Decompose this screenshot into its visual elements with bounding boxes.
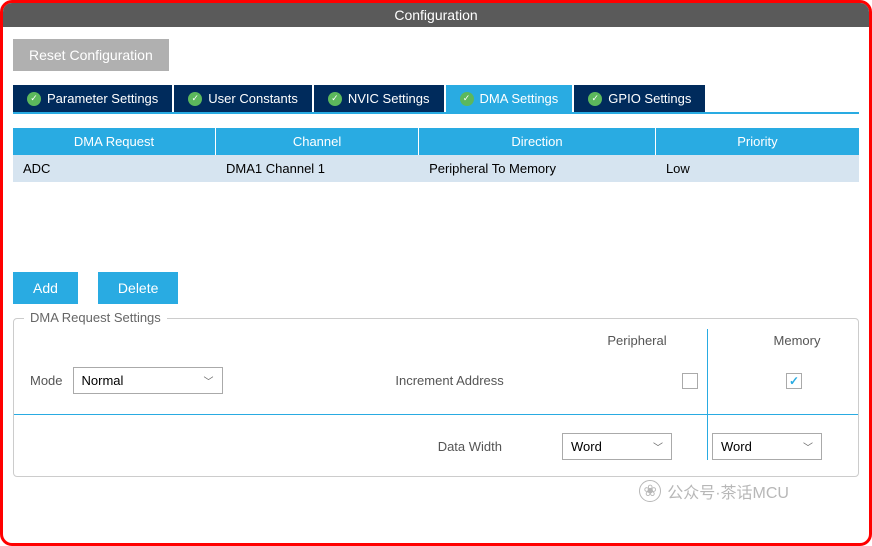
dma-request-settings-fieldset: DMA Request Settings Peripheral Memory M… [13,318,859,477]
mode-group: Mode Normal ﹀ [30,367,395,394]
tab-label: User Constants [208,91,298,106]
delete-button[interactable]: Delete [98,272,178,304]
cell-channel: DMA1 Channel 1 [216,155,419,182]
memory-header: Memory [752,333,842,348]
cell-request: ADC [13,155,216,182]
tab-label: Parameter Settings [47,91,158,106]
settings-row-mode: Mode Normal ﹀ Increment Address [30,367,842,394]
check-icon: ✓ [588,92,602,106]
table-header: DMA Request Channel Direction Priority [13,128,859,155]
tab-label: NVIC Settings [348,91,430,106]
horizontal-divider [14,414,858,415]
header-dma-request: DMA Request [13,128,216,155]
cell-direction: Peripheral To Memory [419,155,656,182]
check-icon: ✓ [27,92,41,106]
memory-increment-checkbox[interactable] [786,373,802,389]
tab-bar: ✓ Parameter Settings ✓ User Constants ✓ … [13,85,859,114]
tab-label: DMA Settings [480,91,559,106]
dma-table: DMA Request Channel Direction Priority A… [13,128,859,182]
content-area: Reset Configuration ✓ Parameter Settings… [3,27,869,489]
tab-user-constants[interactable]: ✓ User Constants [174,85,312,112]
cell-priority: Low [656,155,859,182]
fieldset-legend: DMA Request Settings [24,310,167,325]
tab-dma-settings[interactable]: ✓ DMA Settings [446,85,573,112]
panel-title: Configuration [394,7,477,23]
title-bar: Configuration [3,3,869,27]
mode-value: Normal [82,373,124,388]
checkbox-group [682,373,842,389]
tab-label: GPIO Settings [608,91,691,106]
memory-data-width-select[interactable]: Word ﹀ [712,433,822,460]
mode-label: Mode [30,373,63,388]
peripheral-data-width-value: Word [571,439,602,454]
add-button[interactable]: Add [13,272,78,304]
reset-configuration-button[interactable]: Reset Configuration [13,39,169,71]
mode-select[interactable]: Normal ﹀ [73,367,223,394]
increment-address-label: Increment Address [395,373,503,388]
tab-nvic-settings[interactable]: ✓ NVIC Settings [314,85,444,112]
action-buttons: Add Delete [13,272,859,304]
check-icon: ✓ [188,92,202,106]
header-direction: Direction [419,128,656,155]
table-row[interactable]: ADC DMA1 Channel 1 Peripheral To Memory … [13,155,859,182]
check-icon: ✓ [460,92,474,106]
data-width-label: Data Width [438,439,502,454]
tab-parameter-settings[interactable]: ✓ Parameter Settings [13,85,172,112]
peripheral-data-width-select[interactable]: Word ﹀ [562,433,672,460]
settings-row-data-width: Data Width Word ﹀ Word ﹀ [30,433,842,460]
chevron-down-icon: ﹀ [803,439,813,454]
memory-data-width-value: Word [721,439,752,454]
tab-gpio-settings[interactable]: ✓ GPIO Settings [574,85,705,112]
chevron-down-icon: ﹀ [204,373,214,388]
chevron-down-icon: ﹀ [653,439,663,454]
check-icon: ✓ [328,92,342,106]
header-channel: Channel [216,128,419,155]
peripheral-header: Peripheral [592,333,682,348]
peripheral-increment-checkbox[interactable] [682,373,698,389]
config-panel: Configuration Reset Configuration ✓ Para… [0,0,872,546]
vertical-divider [707,329,708,460]
header-priority: Priority [656,128,859,155]
column-headers: Peripheral Memory [592,333,842,348]
